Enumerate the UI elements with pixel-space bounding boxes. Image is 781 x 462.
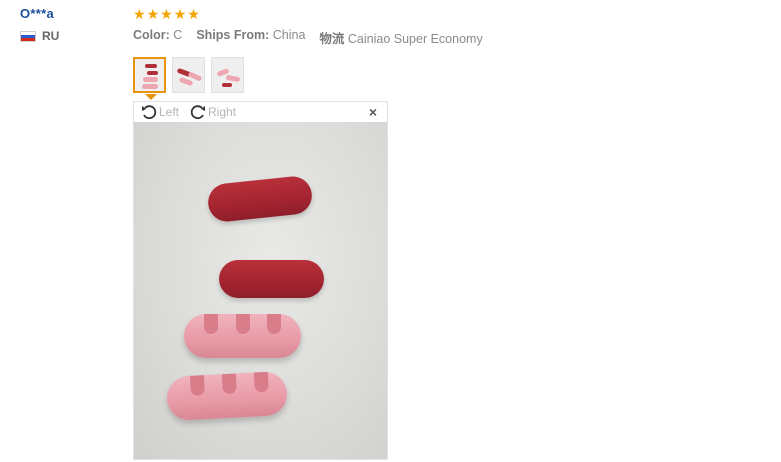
- enlarged-photo: [134, 122, 387, 459]
- russia-flag-icon: [20, 30, 36, 42]
- buyer-info: O***a RU: [20, 6, 59, 43]
- rotate-left-icon: [142, 105, 157, 120]
- photo-thumbnails: [133, 57, 244, 93]
- pink-cable-clip: [184, 314, 301, 358]
- buyer-country: RU: [20, 29, 59, 43]
- rotate-right-icon: [190, 105, 206, 120]
- color-label: Color:: [133, 28, 170, 42]
- photo-viewer: Left Right ×: [133, 101, 388, 460]
- ships-from-label: Ships From:: [196, 28, 270, 42]
- star-icon: ★: [146, 6, 160, 22]
- order-meta: Color: C Ships From: China 物流 Cainiao Su…: [133, 28, 753, 47]
- logistics-label: 物流: [319, 32, 345, 46]
- close-icon[interactable]: ×: [369, 104, 377, 120]
- star-icon: ★: [173, 6, 187, 22]
- ships-from-info: Ships From: China: [196, 28, 305, 47]
- star-icon: ★: [187, 6, 200, 22]
- logistics-info: 物流 Cainiao Super Economy: [319, 28, 482, 47]
- star-icon: ★: [160, 6, 173, 22]
- photo-thumbnail-1[interactable]: [133, 57, 166, 93]
- active-thumbnail-pointer: [145, 94, 157, 100]
- photo-thumbnail-2[interactable]: [172, 57, 205, 93]
- logistics-value: Cainiao Super Economy: [347, 32, 483, 46]
- color-value: C: [173, 28, 183, 42]
- red-cable-clip: [206, 174, 314, 224]
- star-rating: ★ ★ ★ ★ ★: [133, 6, 753, 22]
- color-info: Color: C: [133, 28, 182, 47]
- red-cable-clip: [219, 260, 324, 298]
- pink-cable-clip: [165, 370, 289, 422]
- buyer-name[interactable]: O***a: [20, 6, 59, 21]
- rotate-right-label: Right: [208, 105, 237, 119]
- rotate-left-label: Left: [159, 105, 180, 119]
- viewer-toolbar: Left Right ×: [134, 102, 387, 122]
- country-code: RU: [42, 29, 60, 43]
- photo-thumbnail-3[interactable]: [211, 57, 244, 93]
- star-icon: ★: [133, 6, 146, 22]
- rotate-left-button[interactable]: Left: [140, 103, 179, 121]
- rotate-right-button[interactable]: Right: [189, 103, 236, 121]
- review-summary: ★ ★ ★ ★ ★ Color: C Ships From: China 物流 …: [133, 6, 753, 47]
- ships-from-value: China: [272, 28, 306, 42]
